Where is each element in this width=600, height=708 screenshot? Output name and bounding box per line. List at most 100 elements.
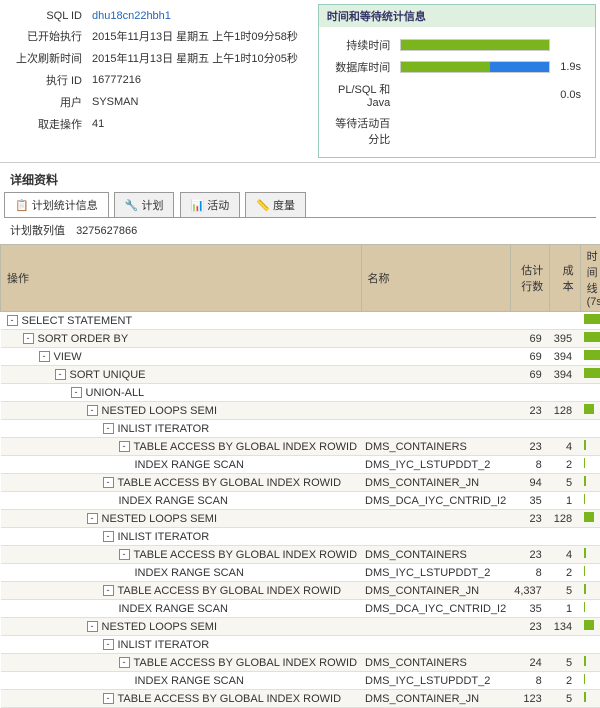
toggle-icon[interactable]: - [103, 585, 114, 596]
toggle-icon[interactable]: - [7, 315, 18, 326]
plan-row[interactable]: INDEX RANGE SCANDMS_IYC_LSTUPDDT_282 [1, 456, 600, 474]
plan-row[interactable]: INDEX RANGE SCANDMS_DCA_IYC_CNTRID_I2351 [1, 600, 600, 618]
operation-text: INLIST ITERATOR [118, 639, 210, 651]
toggle-icon[interactable]: - [119, 657, 130, 668]
plan-row[interactable]: INDEX RANGE SCANDMS_IYC_LSTUPDDT_282 [1, 672, 600, 690]
est-rows-cell: 69 [510, 366, 550, 384]
operation-text: INDEX RANGE SCAN [135, 459, 244, 471]
plan-row[interactable]: INDEX RANGE SCANDMS_DCA_IYC_CNTRID_I2351 [1, 492, 600, 510]
plan-row[interactable]: -TABLE ACCESS BY GLOBAL INDEX ROWIDDMS_C… [1, 438, 600, 456]
plan-row[interactable]: -TABLE ACCESS BY GLOBAL INDEX ROWIDDMS_C… [1, 654, 600, 672]
col-est-rows[interactable]: 估计行数 [510, 245, 550, 312]
toggle-icon[interactable]: - [103, 639, 114, 650]
plan-row[interactable]: -TABLE ACCESS BY GLOBAL INDEX ROWID DMS_C… [1, 474, 600, 492]
stats-panel: 时间和等待统计信息 持续时间 数据库时间1.9s PL/SQL 和 Java0.… [318, 4, 596, 158]
operation-text: NESTED LOOPS SEMI [102, 621, 218, 633]
timeline-cell [580, 546, 600, 564]
plan-row[interactable]: INDEX RANGE SCANDMS_IYC_LSTUPDDT_282 [1, 564, 600, 582]
timeline-bar [584, 440, 585, 450]
plan-row[interactable]: -SELECT STATEMENT [1, 312, 600, 330]
plan-row[interactable]: -SORT UNIQUE 69394 [1, 366, 600, 384]
plan-row[interactable]: -VIEW69394 [1, 348, 600, 366]
duration-label: 持续时间 [329, 35, 394, 55]
toggle-icon[interactable]: - [87, 621, 98, 632]
sql-info-panel: SQL IDdhu18cn22hbh1 已开始执行2015年11月13日 星期五… [0, 0, 314, 162]
plan-row[interactable]: -UNION-ALL [1, 384, 600, 402]
sql-id-link[interactable]: dhu18cn22hbh1 [92, 10, 171, 22]
timeline-cell [580, 600, 600, 618]
timeline-cell [580, 456, 600, 474]
operation-cell: -VIEW [1, 348, 362, 366]
cost-cell: 4 [550, 546, 580, 564]
col-operation[interactable]: 操作 [1, 245, 362, 312]
timeline-cell [580, 420, 600, 438]
operation-cell: -SORT UNIQUE [1, 366, 362, 384]
plan-table: 操作 名称 估计行数 成本 时间线(7s) -SELECT STATEMENT-… [0, 244, 600, 708]
toggle-icon[interactable]: - [55, 369, 66, 380]
operation-cell: -INLIST ITERATOR [1, 420, 362, 438]
detail-section-title: 详细资料 [0, 163, 600, 192]
col-timeline[interactable]: 时间线(7s) [580, 245, 600, 312]
est-rows-cell: 24 [510, 654, 550, 672]
plan-row[interactable]: -NESTED LOOPS SEMI23134 [1, 618, 600, 636]
toggle-icon[interactable]: - [39, 351, 50, 362]
cost-cell: 5 [550, 582, 580, 600]
operation-text: SORT ORDER BY [38, 333, 129, 345]
toggle-icon[interactable]: - [87, 405, 98, 416]
timeline-bar [584, 602, 585, 612]
timeline-cell [580, 618, 600, 636]
toggle-icon[interactable]: - [103, 693, 114, 704]
name-cell: DMS_CONTAINER_JN [361, 474, 510, 492]
name-cell [361, 312, 510, 330]
plan-row[interactable]: -TABLE ACCESS BY GLOBAL INDEX ROWIDDMS_C… [1, 546, 600, 564]
operation-text: TABLE ACCESS BY GLOBAL INDEX ROWID [118, 477, 342, 489]
est-rows-cell [510, 384, 550, 402]
toggle-icon[interactable]: - [87, 513, 98, 524]
timeline-bar [584, 404, 594, 414]
plan-row[interactable]: -TABLE ACCESS BY GLOBAL INDEX ROWIDDMS_C… [1, 690, 600, 708]
toggle-icon[interactable]: - [103, 423, 114, 434]
name-cell [361, 348, 510, 366]
plan-row[interactable]: -SORT ORDER BY69395 [1, 330, 600, 348]
col-cost[interactable]: 成本 [550, 245, 580, 312]
cost-cell: 134 [550, 618, 580, 636]
cost-cell: 394 [550, 366, 580, 384]
tab-plan[interactable]: 🔧计划 [114, 192, 175, 217]
operation-cell: -TABLE ACCESS BY GLOBAL INDEX ROWID [1, 654, 362, 672]
est-rows-cell [510, 528, 550, 546]
plan-row[interactable]: -INLIST ITERATOR [1, 636, 600, 654]
name-cell: DMS_CONTAINERS [361, 546, 510, 564]
name-cell [361, 330, 510, 348]
toggle-icon[interactable]: - [119, 441, 130, 452]
operation-text: SELECT STATEMENT [22, 315, 133, 327]
toggle-icon[interactable]: - [119, 549, 130, 560]
toggle-icon[interactable]: - [103, 531, 114, 542]
timeline-cell [580, 474, 600, 492]
operation-text: TABLE ACCESS BY GLOBAL INDEX ROWID [134, 657, 358, 669]
operation-text: INDEX RANGE SCAN [119, 495, 228, 507]
plan-row[interactable]: -TABLE ACCESS BY GLOBAL INDEX ROWIDDMS_C… [1, 582, 600, 600]
timeline-cell [580, 366, 600, 384]
toggle-icon[interactable]: - [23, 333, 34, 344]
tab-activity[interactable]: 📊活动 [180, 192, 241, 217]
est-rows-cell: 94 [510, 474, 550, 492]
plan-row[interactable]: -INLIST ITERATOR [1, 528, 600, 546]
refresh-time-value: 2015年11月13日 星期五 上午1时10分05秒 [88, 48, 302, 68]
col-name[interactable]: 名称 [361, 245, 510, 312]
tab-metrics[interactable]: 📏度量 [245, 192, 306, 217]
operation-text: INLIST ITERATOR [118, 531, 210, 543]
plan-row[interactable]: -INLIST ITERATOR [1, 420, 600, 438]
tab-plan-stats[interactable]: 📋计划统计信息 [4, 192, 109, 217]
plan-icon: 🔧 [125, 200, 139, 212]
toggle-icon[interactable]: - [71, 387, 82, 398]
operation-cell: -NESTED LOOPS SEMI [1, 510, 362, 528]
toggle-icon[interactable]: - [103, 477, 114, 488]
operation-cell: INDEX RANGE SCAN [1, 564, 362, 582]
plan-row[interactable]: -NESTED LOOPS SEMI23128 [1, 510, 600, 528]
plan-row[interactable]: -NESTED LOOPS SEMI23128 [1, 402, 600, 420]
name-cell: DMS_DCA_IYC_CNTRID_I2 [361, 600, 510, 618]
name-cell: DMS_DCA_IYC_CNTRID_I2 [361, 492, 510, 510]
operation-cell: -SELECT STATEMENT [1, 312, 362, 330]
operation-cell: -TABLE ACCESS BY GLOBAL INDEX ROWID [1, 546, 362, 564]
cost-cell: 5 [550, 474, 580, 492]
